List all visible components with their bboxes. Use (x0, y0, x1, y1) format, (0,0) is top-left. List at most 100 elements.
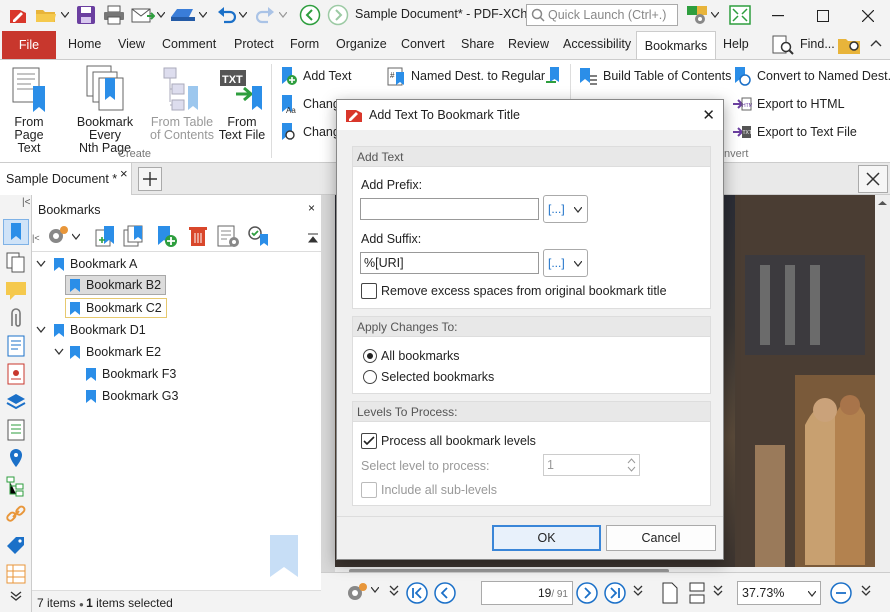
new-tab-button[interactable] (138, 167, 162, 191)
open-dropdown-icon[interactable] (60, 5, 70, 25)
bookmark-every-nth-page-button[interactable]: Bookmark Every Nth Page (60, 64, 150, 155)
tab-help[interactable]: Help (723, 37, 749, 51)
remove-spaces-checkbox[interactable] (361, 283, 377, 299)
scan-dropdown-icon[interactable] (198, 5, 208, 25)
tab-convert[interactable]: Convert (401, 37, 445, 51)
redo-dropdown-icon[interactable] (278, 5, 288, 25)
structure-panel-icon[interactable] (5, 475, 27, 497)
change-case-button[interactable]: Aa Chang (278, 94, 340, 114)
bookmarks-close-button[interactable]: × (308, 201, 315, 215)
tree-row-bookmark-e2[interactable]: Bookmark E2 (54, 342, 161, 362)
layers-panel-icon[interactable] (5, 391, 27, 413)
close-all-tabs-button[interactable] (858, 165, 888, 193)
suffix-input[interactable]: %[URI] (360, 252, 539, 274)
email-icon[interactable] (130, 5, 156, 25)
single-page-view-icon[interactable] (661, 581, 679, 605)
tree-row-bookmark-c2[interactable]: Bookmark C2 (65, 298, 167, 318)
level-stepper[interactable]: 1 (543, 454, 640, 476)
dialog-close-button[interactable]: ✕ (702, 106, 715, 124)
close-tab-icon[interactable]: × (120, 166, 128, 181)
tab-comment[interactable]: Comment (162, 37, 216, 51)
first-page-button[interactable] (405, 581, 429, 605)
back-icon[interactable] (298, 4, 322, 26)
open-folder-icon[interactable] (34, 5, 58, 25)
ok-button[interactable]: OK (492, 525, 601, 551)
pages-panel-icon[interactable] (5, 251, 27, 273)
scan-icon[interactable] (168, 5, 198, 25)
more-view-icon[interactable] (713, 585, 723, 597)
all-bookmarks-radio[interactable] (363, 349, 377, 363)
zoom-select[interactable]: 37.73% (737, 581, 821, 605)
tree-row-bookmark-b2[interactable]: Bookmark B2 (65, 275, 167, 295)
new-child-bookmark-icon[interactable] (122, 224, 146, 248)
expand-chevron-icon[interactable] (36, 326, 46, 334)
view-options-icon[interactable] (345, 581, 369, 605)
tree-row-bookmark-g3[interactable]: Bookmark G3 (86, 386, 178, 406)
bookmarks-panel-icon[interactable] (3, 219, 29, 245)
suffix-macro-button[interactable]: [...] (543, 249, 588, 277)
tree-row-bookmark-d1[interactable]: Bookmark D1 (36, 320, 146, 340)
expand-chevron-icon[interactable] (54, 348, 64, 356)
bookmark-options-icon[interactable] (46, 224, 70, 248)
from-page-text-button[interactable]: From Page Text (3, 64, 55, 155)
selected-bookmarks-radio[interactable] (363, 370, 377, 384)
destinations-panel-icon[interactable] (5, 447, 27, 469)
tab-view[interactable]: View (118, 37, 145, 51)
export-html-button[interactable]: HTML Export to HTML (732, 94, 845, 114)
new-bookmark-icon[interactable] (94, 224, 118, 248)
build-toc-button[interactable]: Build Table of Contents (578, 66, 731, 86)
tab-bookmarks[interactable]: Bookmarks (636, 31, 716, 60)
continuous-view-icon[interactable] (687, 581, 707, 605)
undo-dropdown-icon[interactable] (238, 5, 248, 25)
file-tab[interactable]: File (2, 31, 56, 59)
view-options-dropdown-icon[interactable] (371, 587, 379, 593)
vertical-scrollbar[interactable] (875, 195, 890, 572)
comments-panel-icon[interactable] (5, 279, 27, 301)
options-dropdown-icon[interactable] (72, 224, 82, 248)
quick-launch-input[interactable]: Quick Launch (Ctrl+.) (526, 4, 678, 26)
tab-form[interactable]: Form (290, 37, 319, 51)
find-icon[interactable] (772, 34, 796, 56)
page-number-input[interactable]: 19/ 91 (481, 581, 573, 605)
add-text-button[interactable]: Add Text (278, 66, 351, 86)
from-text-file-button[interactable]: TXT From Text File (214, 64, 270, 142)
process-all-levels-checkbox[interactable] (361, 433, 377, 449)
tree-row-bookmark-a[interactable]: Bookmark A (36, 254, 137, 274)
email-dropdown-icon[interactable] (156, 5, 166, 25)
scroll-up-icon[interactable] (875, 197, 890, 209)
prefix-input[interactable] (360, 198, 539, 220)
maximize-button[interactable] (801, 0, 845, 31)
properties-panel-icon[interactable] (5, 335, 27, 357)
cancel-button[interactable]: Cancel (606, 525, 716, 551)
more-zoom-icon[interactable] (861, 585, 871, 597)
previous-page-button[interactable] (433, 581, 457, 605)
tree-row-bookmark-f3[interactable]: Bookmark F3 (86, 364, 176, 384)
tab-home[interactable]: Home (68, 37, 101, 51)
close-window-button[interactable] (846, 0, 890, 31)
undo-icon[interactable] (214, 5, 238, 25)
from-table-of-contents-button[interactable]: From Table of Contents (150, 64, 214, 142)
export-text-button[interactable]: TXT Export to Text File (732, 122, 857, 142)
bookmark-move-button[interactable] (544, 66, 569, 86)
named-dest-to-regular-button[interactable]: # Named Dest. to Regular (386, 66, 545, 86)
minimize-button[interactable] (756, 0, 800, 31)
find-button[interactable]: Find... (800, 37, 835, 51)
more-nav-icon-2[interactable] (633, 585, 643, 597)
next-page-button[interactable] (575, 581, 599, 605)
prefix-macro-button[interactable]: [...] (543, 195, 588, 223)
tab-accessibility[interactable]: Accessibility (563, 37, 631, 51)
add-bookmark-icon[interactable] (154, 224, 178, 248)
print-icon[interactable] (102, 5, 126, 25)
fullscreen-icon[interactable] (728, 5, 752, 25)
scroll-top-icon[interactable] (308, 233, 318, 243)
save-icon[interactable] (74, 5, 98, 25)
zoom-out-button[interactable] (829, 581, 853, 605)
convert-to-named-dest-button[interactable]: Convert to Named Dest. (732, 66, 890, 86)
ui-options-dropdown-icon[interactable] (710, 5, 720, 25)
redo-icon[interactable] (254, 5, 278, 25)
folder-search-icon[interactable] (837, 34, 863, 56)
bookmark-properties-icon[interactable] (216, 224, 240, 248)
more-nav-icon[interactable] (389, 585, 399, 597)
order-panel-icon[interactable] (5, 563, 27, 585)
document-tab[interactable]: Sample Document * × (0, 163, 132, 195)
